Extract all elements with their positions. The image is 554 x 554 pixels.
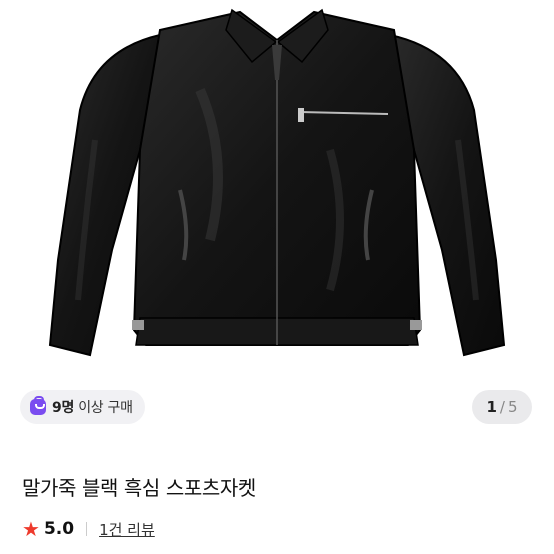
star-icon: ★ (22, 517, 40, 541)
pager-current: 1 (486, 398, 497, 416)
buyers-suffix: 이상 구매 (78, 400, 133, 416)
review-count-link[interactable]: 1건 리뷰 (99, 519, 155, 540)
shopping-bag-icon (30, 396, 46, 415)
image-pager: 1 / 5 (472, 390, 532, 424)
divider (86, 522, 88, 536)
buyers-count-badge: 9명 이상 구매 (20, 390, 145, 424)
buyers-count: 9명 (52, 400, 75, 416)
pager-total: 5 (507, 398, 518, 416)
product-image[interactable]: 9명 이상 구매 1 / 5 (0, 0, 554, 440)
leather-jacket-image (48, 8, 506, 357)
product-title: 말가죽 블랙 흑심 스포츠자켓 (22, 476, 256, 500)
pager-separator: / (499, 398, 505, 416)
rating-score: 5.0 (43, 519, 75, 539)
rating-row: ★ 5.0 1건 리뷰 (22, 517, 155, 541)
